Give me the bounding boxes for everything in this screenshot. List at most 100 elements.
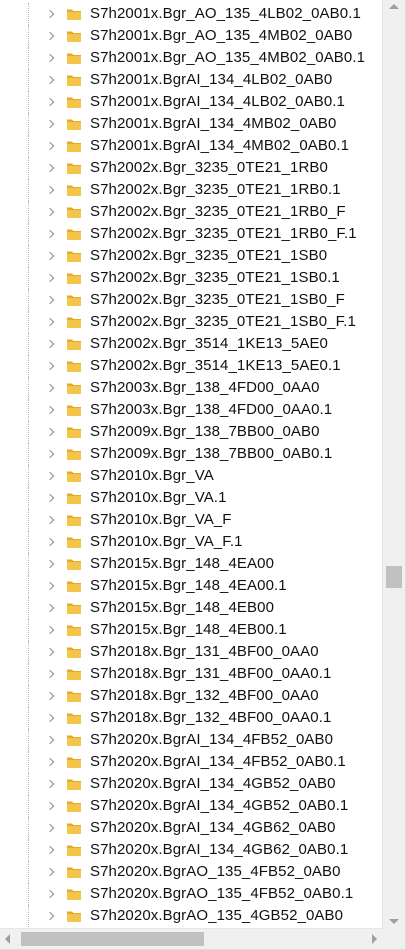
tree-item[interactable]: S7h2003x.Bgr_138_4FD00_0AA0: [0, 377, 382, 399]
tree-item[interactable]: S7h2020x.BgrAO_135_4GB52_0AB0: [0, 905, 382, 927]
tree-item[interactable]: S7h2018x.Bgr_131_4BF00_0AA0.1: [0, 663, 382, 685]
tree-item[interactable]: S7h2002x.Bgr_3514_1KE13_5AE0.1: [0, 355, 382, 377]
tree-item[interactable]: S7h2009x.Bgr_138_7BB00_0AB0: [0, 421, 382, 443]
tree-item[interactable]: S7h2001x.Bgr_AO_135_4LB02_0AB0.1: [0, 3, 382, 25]
chevron-right-icon[interactable]: [45, 8, 57, 20]
chevron-right-icon[interactable]: [45, 734, 57, 746]
tree-item[interactable]: S7h2001x.BgrAI_134_4LB02_0AB0.1: [0, 91, 382, 113]
tree-item[interactable]: S7h2020x.BgrAO_135_4FB52_0AB0: [0, 861, 382, 883]
vertical-scroll-thumb[interactable]: [386, 566, 402, 589]
tree-item[interactable]: S7h2001x.Bgr_AO_135_4MB02_0AB0: [0, 25, 382, 47]
chevron-right-icon[interactable]: [45, 514, 57, 526]
tree-item[interactable]: S7h2001x.BgrAI_134_4LB02_0AB0: [0, 69, 382, 91]
tree-item[interactable]: S7h2020x.BgrAI_134_4FB52_0AB0: [0, 729, 382, 751]
chevron-right-icon[interactable]: [45, 536, 57, 548]
chevron-right-icon[interactable]: [45, 360, 57, 372]
chevron-right-icon[interactable]: [45, 800, 57, 812]
chevron-right-icon[interactable]: [45, 30, 57, 42]
chevron-right-icon[interactable]: [45, 470, 57, 482]
tree-item[interactable]: S7h2002x.Bgr_3514_1KE13_5AE0: [0, 333, 382, 355]
chevron-right-icon[interactable]: [45, 580, 57, 592]
tree-guide-line: [28, 443, 29, 465]
chevron-right-icon[interactable]: [45, 206, 57, 218]
tree-item[interactable]: S7h2010x.Bgr_VA_F: [0, 509, 382, 531]
tree-item[interactable]: S7h2010x.Bgr_VA: [0, 465, 382, 487]
chevron-right-icon[interactable]: [45, 756, 57, 768]
tree-item[interactable]: S7h2003x.Bgr_138_4FD00_0AA0.1: [0, 399, 382, 421]
tree-item-label: S7h2010x.Bgr_VA.1: [90, 489, 227, 506]
tree-item[interactable]: S7h2020x.BgrAI_134_4GB62_0AB0: [0, 817, 382, 839]
tree-item[interactable]: S7h2020x.BgrAI_134_4GB52_0AB0: [0, 773, 382, 795]
tree-item[interactable]: S7h2015x.Bgr_148_4EA00: [0, 553, 382, 575]
chevron-right-icon[interactable]: [45, 910, 57, 922]
chevron-right-icon[interactable]: [45, 96, 57, 108]
tree-item[interactable]: S7h2002x.Bgr_3235_0TE21_1SB0_F: [0, 289, 382, 311]
tree-item-label: S7h2001x.Bgr_AO_135_4MB02_0AB0.1: [90, 49, 366, 66]
chevron-right-icon[interactable]: [45, 140, 57, 152]
chevron-right-icon[interactable]: [45, 228, 57, 240]
tree-item[interactable]: S7h2001x.BgrAI_134_4MB02_0AB0.1: [0, 135, 382, 157]
horizontal-scroll-thumb[interactable]: [21, 932, 204, 946]
tree-item[interactable]: S7h2002x.Bgr_3235_0TE21_1SB0.1: [0, 267, 382, 289]
chevron-right-icon[interactable]: [45, 250, 57, 262]
tree-guide-line: [28, 619, 29, 641]
tree-guide-line: [28, 201, 29, 223]
tree-item[interactable]: S7h2002x.Bgr_3235_0TE21_1RB0: [0, 157, 382, 179]
chevron-right-icon[interactable]: [45, 778, 57, 790]
chevron-right-icon[interactable]: [45, 404, 57, 416]
chevron-right-icon[interactable]: [45, 822, 57, 834]
folder-icon: [66, 799, 82, 813]
chevron-right-icon[interactable]: [45, 866, 57, 878]
vertical-scrollbar[interactable]: [382, 0, 405, 928]
tree-item[interactable]: S7h2010x.Bgr_VA_F.1: [0, 531, 382, 553]
arrow-down-icon[interactable]: [389, 919, 399, 924]
arrow-right-icon[interactable]: [372, 934, 377, 944]
chevron-right-icon[interactable]: [45, 844, 57, 856]
chevron-right-icon[interactable]: [45, 492, 57, 504]
tree-item[interactable]: S7h2009x.Bgr_138_7BB00_0AB0.1: [0, 443, 382, 465]
tree-item[interactable]: S7h2002x.Bgr_3235_0TE21_1RB0_F.1: [0, 223, 382, 245]
tree-item[interactable]: S7h2015x.Bgr_148_4EB00: [0, 597, 382, 619]
chevron-right-icon[interactable]: [45, 646, 57, 658]
chevron-right-icon[interactable]: [45, 558, 57, 570]
chevron-right-icon[interactable]: [45, 162, 57, 174]
tree-item[interactable]: S7h2010x.Bgr_VA.1: [0, 487, 382, 509]
chevron-right-icon[interactable]: [45, 272, 57, 284]
chevron-right-icon[interactable]: [45, 690, 57, 702]
chevron-right-icon[interactable]: [45, 426, 57, 438]
chevron-right-icon[interactable]: [45, 118, 57, 130]
tree-item[interactable]: S7h2015x.Bgr_148_4EB00.1: [0, 619, 382, 641]
tree-item[interactable]: S7h2001x.BgrAI_134_4MB02_0AB0: [0, 113, 382, 135]
chevron-right-icon[interactable]: [45, 712, 57, 724]
tree-item[interactable]: S7h2020x.BgrAI_134_4GB62_0AB0.1: [0, 839, 382, 861]
chevron-right-icon[interactable]: [45, 184, 57, 196]
tree-item[interactable]: S7h2001x.Bgr_AO_135_4MB02_0AB0.1: [0, 47, 382, 69]
tree-item[interactable]: S7h2020x.BgrAO_135_4FB52_0AB0.1: [0, 883, 382, 905]
chevron-right-icon[interactable]: [45, 294, 57, 306]
chevron-right-icon[interactable]: [45, 448, 57, 460]
tree-item[interactable]: S7h2018x.Bgr_132_4BF00_0AA0: [0, 685, 382, 707]
chevron-right-icon[interactable]: [45, 624, 57, 636]
tree-item[interactable]: S7h2020x.BgrAI_134_4FB52_0AB0.1: [0, 751, 382, 773]
tree-item[interactable]: S7h2002x.Bgr_3235_0TE21_1SB0_F.1: [0, 311, 382, 333]
chevron-right-icon[interactable]: [45, 668, 57, 680]
tree-item-label: S7h2009x.Bgr_138_7BB00_0AB0: [90, 423, 320, 440]
tree-item[interactable]: S7h2020x.BgrAI_134_4GB52_0AB0.1: [0, 795, 382, 817]
chevron-right-icon[interactable]: [45, 382, 57, 394]
arrow-up-icon[interactable]: [389, 4, 399, 9]
arrow-left-icon[interactable]: [5, 934, 10, 944]
tree-item[interactable]: S7h2018x.Bgr_131_4BF00_0AA0: [0, 641, 382, 663]
chevron-right-icon[interactable]: [45, 602, 57, 614]
chevron-right-icon[interactable]: [45, 316, 57, 328]
folder-icon: [66, 689, 82, 703]
chevron-right-icon[interactable]: [45, 888, 57, 900]
tree-item[interactable]: S7h2018x.Bgr_132_4BF00_0AA0.1: [0, 707, 382, 729]
chevron-right-icon[interactable]: [45, 74, 57, 86]
chevron-right-icon[interactable]: [45, 52, 57, 64]
tree-item[interactable]: S7h2015x.Bgr_148_4EA00.1: [0, 575, 382, 597]
chevron-right-icon[interactable]: [45, 338, 57, 350]
horizontal-scrollbar[interactable]: [0, 928, 382, 949]
tree-item[interactable]: S7h2002x.Bgr_3235_0TE21_1RB0.1: [0, 179, 382, 201]
tree-item[interactable]: S7h2002x.Bgr_3235_0TE21_1RB0_F: [0, 201, 382, 223]
tree-item[interactable]: S7h2002x.Bgr_3235_0TE21_1SB0: [0, 245, 382, 267]
